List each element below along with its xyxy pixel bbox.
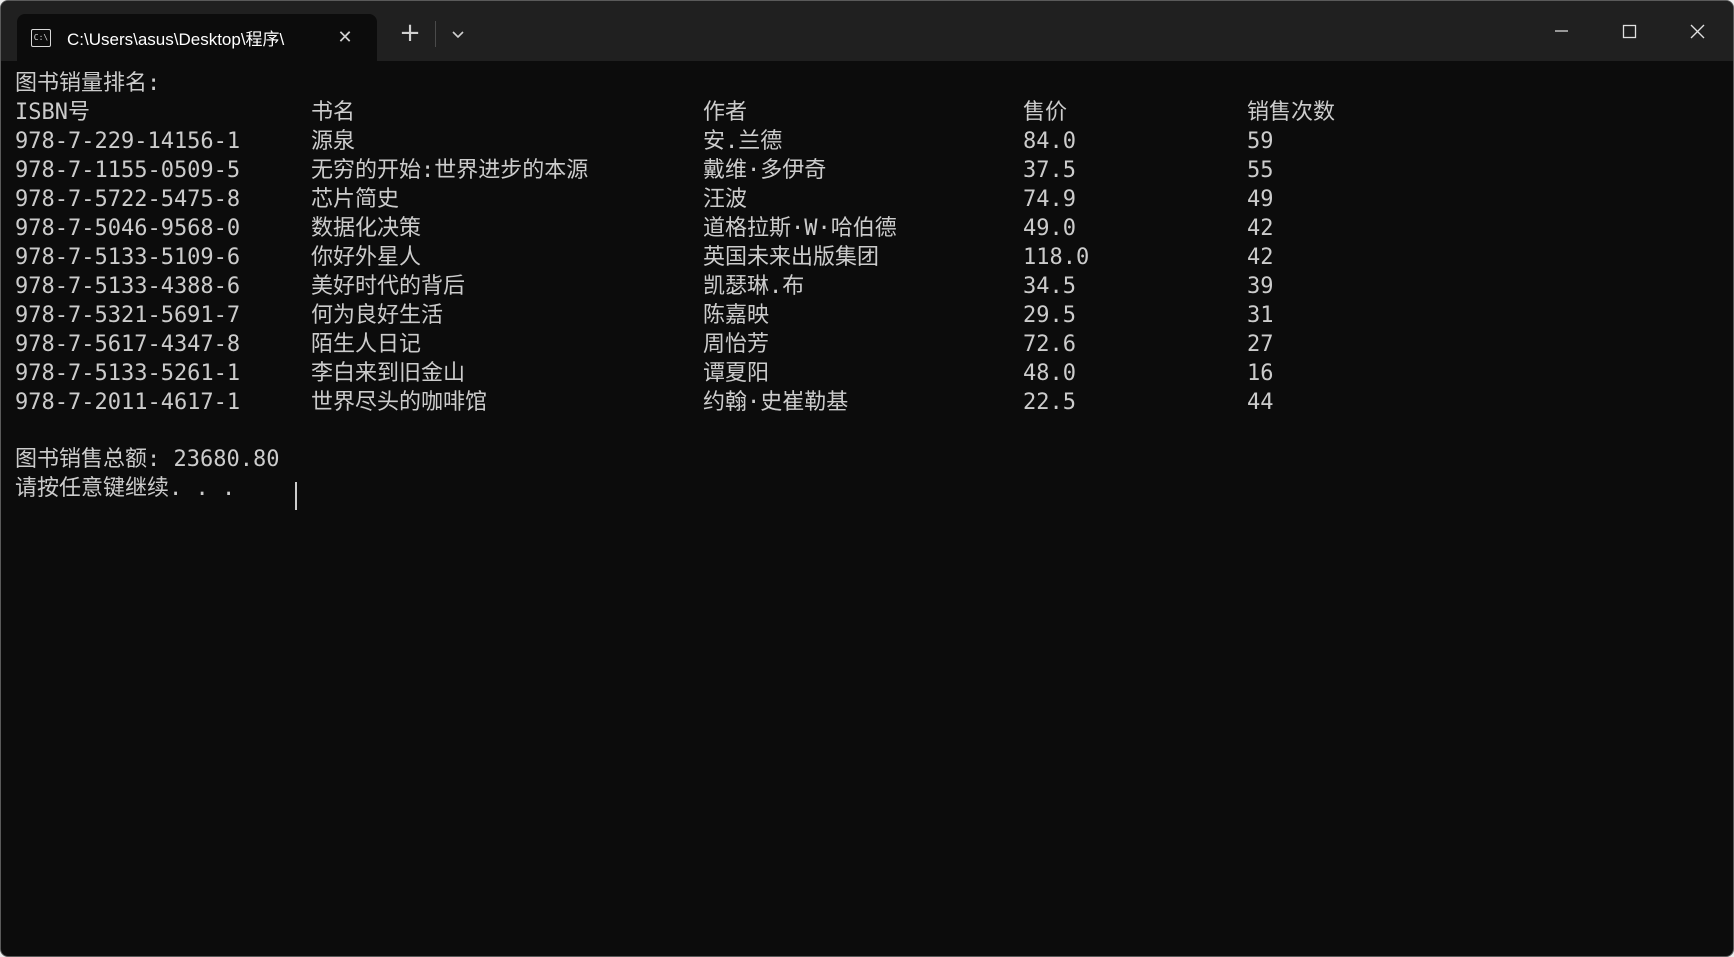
table-row: 978-7-5617-4347-8 陌生人日记 周怡芳 72.6 27: [15, 330, 1415, 359]
title-bar[interactable]: C:\ C:\Users\asus\Desktop\程序\ ✕ +: [1, 1, 1733, 61]
cell-isbn: 978-7-5046-9568-0: [15, 216, 241, 241]
cell-title: 世界尽头的咖啡馆: [311, 390, 488, 415]
cell-isbn: 978-7-2011-4617-1: [15, 390, 241, 415]
cell-sales-count: 44: [1247, 390, 1274, 415]
console-icon: C:\: [31, 28, 51, 47]
cell-isbn: 978-7-5722-5475-8: [15, 187, 241, 212]
cell-author: 安.兰德: [703, 129, 783, 154]
header-title: 书名: [311, 100, 356, 125]
close-button[interactable]: [1663, 1, 1731, 61]
cell-author: 凯瑟琳.布: [703, 274, 805, 299]
cell-isbn: 978-7-5133-5261-1: [15, 361, 241, 386]
minimize-button[interactable]: [1527, 1, 1595, 61]
text-cursor: [295, 482, 297, 510]
cell-sales-count: 49: [1247, 187, 1274, 212]
cell-isbn: 978-7-5321-5691-7: [15, 303, 241, 328]
cell-sales-count: 39: [1247, 274, 1274, 299]
continue-prompt: 请按任意键继续. . .: [15, 476, 236, 501]
cell-title: 源泉: [311, 129, 356, 154]
cell-isbn: 978-7-1155-0509-5: [15, 158, 241, 183]
header-isbn: ISBN号: [15, 100, 90, 125]
table-row: 978-7-5133-4388-6 美好时代的背后 凯瑟琳.布 34.5 39: [15, 272, 1415, 301]
cell-title: 美好时代的背后: [311, 274, 466, 299]
cell-title: 李白来到旧金山: [311, 361, 466, 386]
cell-sales-count: 42: [1247, 216, 1274, 241]
total-sales-line: 图书销售总额: 23680.80: [15, 447, 280, 472]
cell-price: 37.5: [1023, 158, 1076, 183]
cell-price: 34.5: [1023, 274, 1076, 299]
maximize-icon: [1622, 24, 1637, 39]
console-heading: 图书销量排名:: [15, 71, 161, 96]
cell-author: 汪波: [703, 187, 748, 212]
tab-divider: [435, 21, 436, 47]
new-tab-button[interactable]: +: [393, 17, 427, 51]
cell-sales-count: 55: [1247, 158, 1274, 183]
cell-sales-count: 59: [1247, 129, 1274, 154]
cell-author: 谭夏阳: [703, 361, 770, 386]
cell-sales-count: 42: [1247, 245, 1274, 270]
table-row: 978-7-2011-4617-1 世界尽头的咖啡馆 约翰·史崔勒基 22.5 …: [15, 388, 1415, 417]
cell-isbn: 978-7-5133-4388-6: [15, 274, 241, 299]
minimize-icon: [1555, 30, 1568, 32]
cell-title: 何为良好生活: [311, 303, 444, 328]
cell-title: 陌生人日记: [311, 332, 422, 357]
cell-price: 118.0: [1023, 245, 1090, 270]
cell-sales-count: 27: [1247, 332, 1274, 357]
cell-title: 芯片简史: [311, 187, 400, 212]
cell-price: 72.6: [1023, 332, 1076, 357]
terminal-window: C:\ C:\Users\asus\Desktop\程序\ ✕ + 图书销量排名…: [0, 0, 1734, 957]
chevron-down-icon: [452, 31, 464, 39]
terminal-tab[interactable]: C:\ C:\Users\asus\Desktop\程序\ ✕: [17, 14, 377, 61]
cell-author: 戴维·多伊奇: [703, 158, 827, 183]
tab-close-icon[interactable]: ✕: [333, 27, 357, 48]
header-price: 售价: [1023, 100, 1068, 125]
cell-sales-count: 31: [1247, 303, 1274, 328]
header-author: 作者: [703, 100, 748, 125]
cell-title: 数据化决策: [311, 216, 422, 241]
table-row: 978-7-229-14156-1 源泉 安.兰德 84.0 59: [15, 127, 1415, 156]
cell-author: 英国未来出版集团: [703, 245, 880, 270]
table-row: 978-7-5722-5475-8 芯片简史 汪波 74.9 49: [15, 185, 1415, 214]
table-row: 978-7-5133-5109-6 你好外星人 英国未来出版集团 118.0 4…: [15, 243, 1415, 272]
tab-title: C:\Users\asus\Desktop\程序\: [67, 30, 285, 49]
cell-isbn: 978-7-5617-4347-8: [15, 332, 241, 357]
table-row: 978-7-5321-5691-7 何为良好生活 陈嘉映 29.5 31: [15, 301, 1415, 330]
cell-author: 道格拉斯·W·哈伯德: [703, 216, 897, 241]
table-header: ISBN号 书名 作者 售价 销售次数: [15, 98, 1415, 127]
cell-sales-count: 16: [1247, 361, 1274, 386]
cell-price: 29.5: [1023, 303, 1076, 328]
cell-price: 84.0: [1023, 129, 1076, 154]
cell-author: 约翰·史崔勒基: [703, 390, 849, 415]
cell-title: 无穷的开始:世界进步的本源: [311, 158, 589, 183]
tab-dropdown-button[interactable]: [441, 19, 475, 51]
cell-price: 74.9: [1023, 187, 1076, 212]
cell-price: 22.5: [1023, 390, 1076, 415]
cell-author: 陈嘉映: [703, 303, 770, 328]
close-icon: [1690, 24, 1705, 39]
cell-price: 48.0: [1023, 361, 1076, 386]
table-row: 978-7-5133-5261-1 李白来到旧金山 谭夏阳 48.0 16: [15, 359, 1415, 388]
cell-isbn: 978-7-229-14156-1: [15, 129, 241, 154]
console-output[interactable]: 图书销量排名: ISBN号 书名 作者 售价 销售次数 978-7-229-14…: [15, 69, 1733, 956]
cell-price: 49.0: [1023, 216, 1076, 241]
cell-author: 周怡芳: [703, 332, 770, 357]
cell-title: 你好外星人: [311, 245, 422, 270]
table-row: 978-7-5046-9568-0 数据化决策 道格拉斯·W·哈伯德 49.0 …: [15, 214, 1415, 243]
table-row: 978-7-1155-0509-5 无穷的开始:世界进步的本源 戴维·多伊奇 3…: [15, 156, 1415, 185]
maximize-button[interactable]: [1595, 1, 1663, 61]
plus-icon: +: [399, 18, 421, 48]
cell-isbn: 978-7-5133-5109-6: [15, 245, 241, 270]
header-sales-count: 销售次数: [1247, 100, 1336, 125]
